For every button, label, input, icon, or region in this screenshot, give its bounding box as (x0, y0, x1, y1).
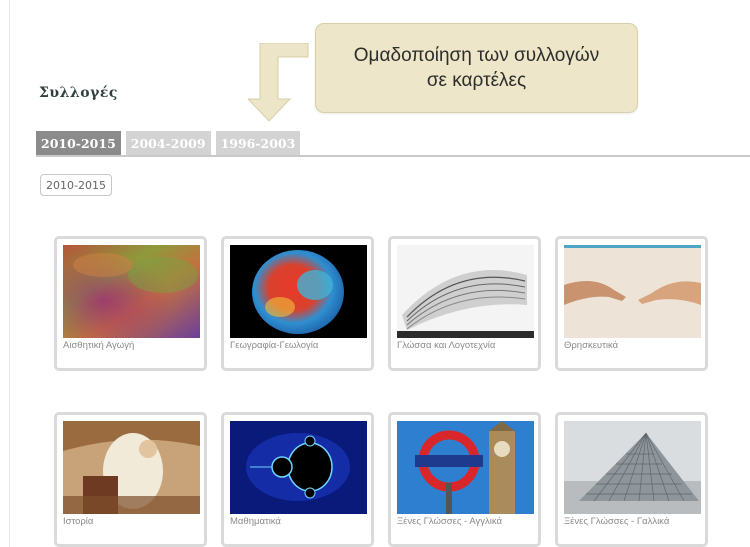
collection-card[interactable]: Ξένες Γλώσσες - Γαλλικά (555, 412, 708, 547)
tab-2004-2009[interactable]: 2004-2009 (125, 131, 211, 155)
collection-caption: Μαθηματικά (230, 516, 281, 527)
collection-caption: Ξένες Γλώσσες - Αγγλικά (397, 516, 502, 527)
creation-hands-thumbnail (564, 245, 701, 338)
earth-geoid-thumbnail (230, 245, 367, 338)
collection-caption: Ιστορία (63, 516, 94, 527)
mandelbrot-fractal-thumbnail (230, 421, 367, 514)
louvre-pyramid-thumbnail (564, 421, 701, 514)
callout-arrow-icon (248, 43, 309, 122)
london-underground-bigben-thumbnail (397, 421, 534, 514)
annotation-callout: Ομαδοποίηση των συλλογών σε καρτέλες (315, 23, 638, 113)
callout-line-1: Ομαδοποίηση των συλλογών (353, 45, 600, 66)
tab-1996-2003[interactable]: 1996-2003 (215, 131, 301, 155)
open-book-thumbnail (397, 245, 534, 338)
collection-card[interactable]: Μαθηματικά (221, 412, 374, 547)
collection-period-tabs: 2010-2015 2004-2009 1996-2003 (36, 131, 301, 155)
tab-underline (36, 155, 750, 157)
collection-card[interactable]: Γλώσσα και Λογοτεχνία (388, 236, 541, 371)
collection-caption: Ξένες Γλώσσες - Γαλλικά (564, 516, 670, 527)
collection-card[interactable]: Γεωγραφία-Γεωλογία (221, 236, 374, 371)
collection-card[interactable]: Θρησκευτικά (555, 236, 708, 371)
collection-caption: Θρησκευτικά (564, 340, 619, 351)
page-title: Συλλογές (39, 85, 118, 101)
tab-2010-2015[interactable]: 2010-2015 (36, 131, 121, 155)
collection-card[interactable]: Ιστορία (54, 412, 207, 547)
collection-caption: Γλώσσα και Λογοτεχνία (397, 340, 496, 351)
collection-card[interactable]: Αισθητική Αγωγή (54, 236, 207, 371)
page-left-border (9, 0, 10, 547)
collection-caption: Αισθητική Αγωγή (63, 340, 135, 351)
collection-caption: Γεωγραφία-Γεωλογία (230, 340, 319, 351)
callout-line-2: σε καρτέλες (426, 70, 527, 91)
classical-painting-thumbnail (63, 421, 200, 514)
art-abstract-thumbnail (63, 245, 200, 338)
active-filter-chip[interactable]: 2010-2015 (40, 174, 112, 196)
collection-card[interactable]: Ξένες Γλώσσες - Αγγλικά (388, 412, 541, 547)
